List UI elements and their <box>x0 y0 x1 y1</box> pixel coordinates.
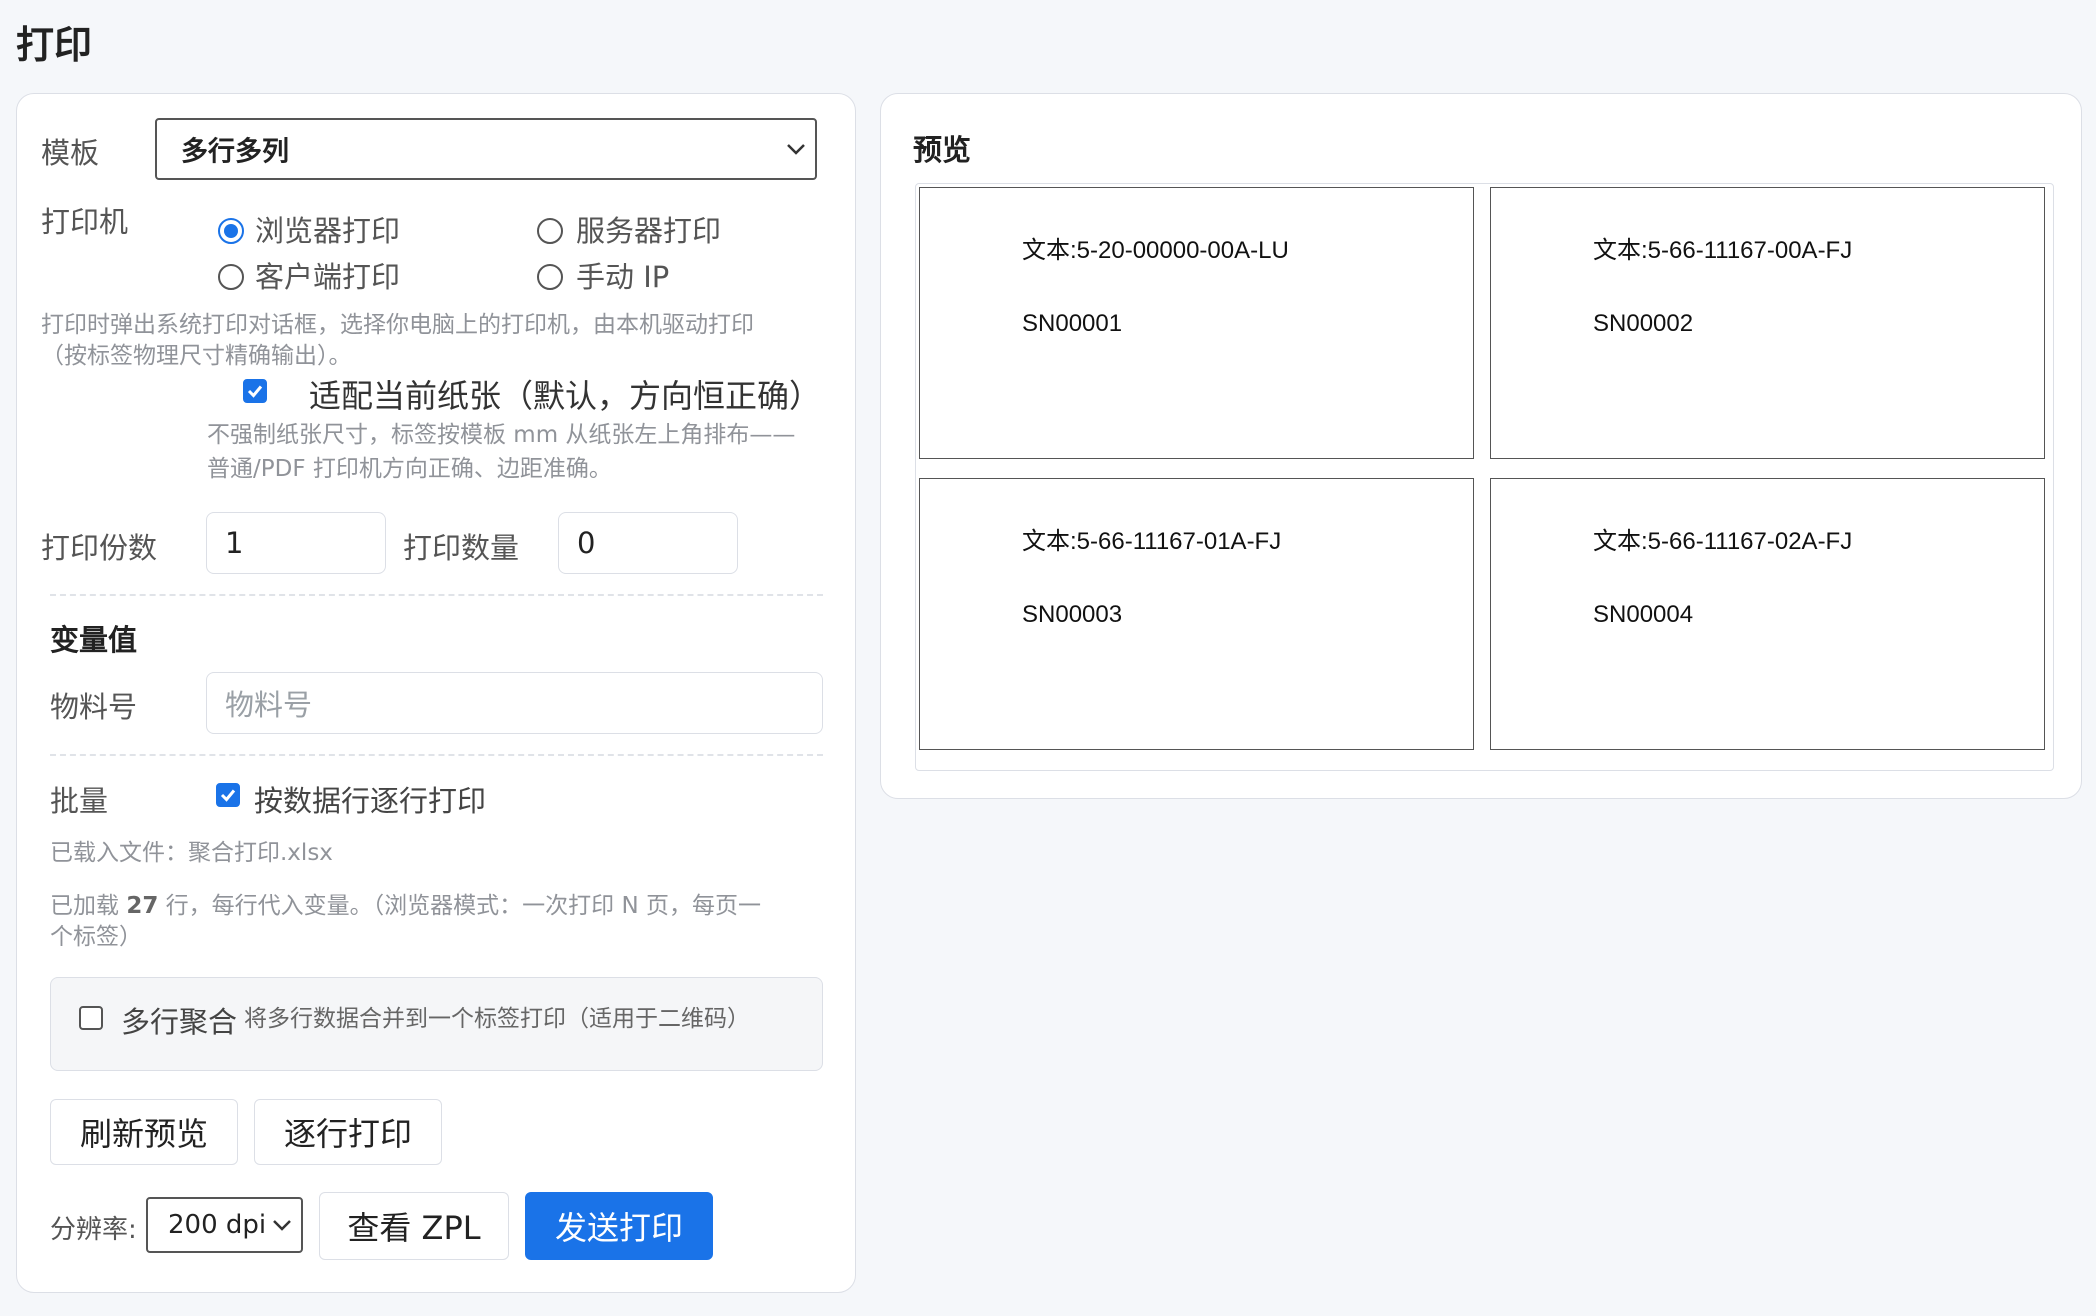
printer-label: 打印机 <box>41 205 129 239</box>
check-icon <box>247 385 263 398</box>
preview-title: 预览 <box>913 133 972 167</box>
batch-option-label: 按数据行逐行打印 <box>254 784 487 818</box>
label-preview-cell: 文本:5-66-11167-02A-FJ SN00004 <box>1490 478 2045 750</box>
send-print-button[interactable]: 发送打印 <box>525 1192 713 1260</box>
fit-paper-label: 适配当前纸张（默认，方向恒正确） <box>309 377 822 415</box>
label-preview-cell: 文本:5-20-00000-00A-LU SN00001 <box>919 187 1474 459</box>
batch-checkbox[interactable] <box>216 783 240 807</box>
print-settings-panel: 模板 多行多列 打印机 浏览器打印 服务器打印 客户端打印 手动 IP 打印时弹… <box>16 93 856 1293</box>
fit-paper-checkbox[interactable] <box>243 379 267 403</box>
line-print-button[interactable]: 逐行打印 <box>254 1099 442 1165</box>
radio-client[interactable] <box>218 264 244 290</box>
merge-checkbox[interactable] <box>79 1006 103 1030</box>
variables-title: 变量值 <box>50 623 138 657</box>
label-sn: SN00001 <box>1022 310 1123 337</box>
merge-label[interactable]: 多行聚合 <box>121 999 237 1041</box>
printer-option-label: 服务器打印 <box>576 214 722 248</box>
divider <box>50 754 823 756</box>
printer-hint-line-1: 打印时弹出系统打印对话框，选择你电脑上的打印机，由本机驱动打印 <box>41 312 754 338</box>
dpi-label: 分辨率: <box>50 1215 137 1245</box>
fit-hint-line-2: 普通/PDF 打印机方向正确、边距准确。 <box>207 456 612 482</box>
view-zpl-button[interactable]: 查看 ZPL <box>319 1192 509 1260</box>
label-preview-cell: 文本:5-66-11167-01A-FJ SN00003 <box>919 478 1474 750</box>
preview-panel: 预览 文本:5-20-00000-00A-LU SN00001 文本:5-66-… <box>880 93 2082 799</box>
label-sn: SN00002 <box>1593 310 1694 337</box>
batch-label: 批量 <box>50 784 109 818</box>
copies-label: 打印份数 <box>41 531 158 565</box>
label-text: 文本:5-66-11167-01A-FJ <box>1022 528 1282 555</box>
chevron-down-icon <box>273 1220 291 1231</box>
loaded-rows-text: 已加载 27 行，每行代入变量。（浏览器模式：一次打印 N 页，每页一 <box>50 891 761 922</box>
refresh-preview-button[interactable]: 刷新预览 <box>50 1099 238 1165</box>
fit-hint-line-1: 不强制纸张尺寸，标签按模板 mm 从纸张左上角排布—— <box>207 422 796 448</box>
loaded-count: 27 <box>126 893 159 919</box>
radio-browser[interactable] <box>218 218 244 244</box>
preview-canvas: 文本:5-20-00000-00A-LU SN00001 文本:5-66-111… <box>915 183 2054 771</box>
loaded-file-text: 已载入文件：聚合打印.xlsx <box>50 840 333 866</box>
radio-manual-ip[interactable] <box>537 264 563 290</box>
template-select[interactable]: 多行多列 <box>155 118 817 180</box>
label-text: 文本:5-66-11167-02A-FJ <box>1593 528 1853 555</box>
check-icon <box>220 789 236 802</box>
quantity-label: 打印数量 <box>403 531 520 565</box>
quantity-input[interactable]: 0 <box>558 512 738 574</box>
label-sn: SN00003 <box>1022 601 1123 628</box>
dpi-select[interactable]: 200 dpi <box>146 1197 303 1253</box>
printer-option-label: 手动 IP <box>576 260 670 294</box>
copies-input[interactable]: 1 <box>206 512 386 574</box>
printer-option-label: 客户端打印 <box>255 260 401 294</box>
loaded-suffix: 行，每行代入变量。（浏览器模式：一次打印 N 页，每页一 <box>158 893 761 919</box>
merge-hint: 将多行数据合并到一个标签打印（适用于二维码） <box>244 1006 750 1032</box>
loaded-rows-text-2: 个标签） <box>50 924 142 950</box>
template-select-value: 多行多列 <box>181 136 289 168</box>
merge-option-box: 多行聚合 将多行数据合并到一个标签打印（适用于二维码） <box>50 977 823 1071</box>
material-input[interactable]: 物料号 <box>206 672 823 734</box>
divider <box>50 594 823 596</box>
label-text: 文本:5-20-00000-00A-LU <box>1022 237 1289 264</box>
label-sn: SN00004 <box>1593 601 1694 628</box>
radio-server[interactable] <box>537 218 563 244</box>
label-text: 文本:5-66-11167-00A-FJ <box>1593 237 1853 264</box>
printer-option-label: 浏览器打印 <box>255 214 401 248</box>
page-title: 打印 <box>16 23 93 67</box>
loaded-prefix: 已加载 <box>50 893 127 919</box>
dpi-select-value: 200 dpi <box>168 1210 267 1240</box>
printer-hint-line-2: （按标签物理尺寸精确输出）。 <box>41 343 352 369</box>
template-label: 模板 <box>41 136 100 170</box>
label-preview-cell: 文本:5-66-11167-00A-FJ SN00002 <box>1490 187 2045 459</box>
chevron-down-icon <box>787 144 805 155</box>
material-label: 物料号 <box>50 690 138 724</box>
